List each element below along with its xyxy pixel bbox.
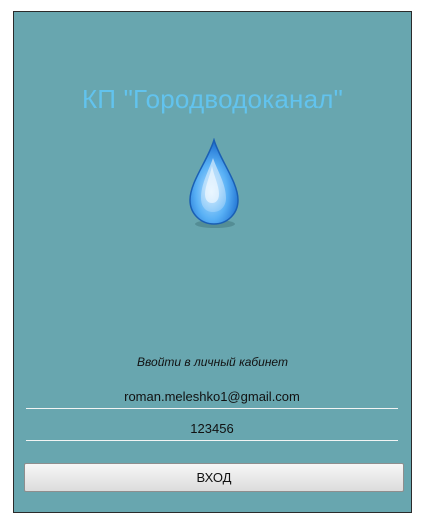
email-input[interactable]	[26, 385, 398, 409]
login-button[interactable]: ВХОД	[24, 463, 404, 492]
app-title: КП "Городводоканал"	[81, 84, 344, 114]
water-drop-icon	[189, 138, 239, 228]
login-panel: КП "Городводоканал" Ввойти в личный каби…	[13, 11, 412, 513]
login-subtitle: Ввойти в личный кабинет	[137, 355, 288, 369]
password-input[interactable]	[26, 417, 398, 441]
